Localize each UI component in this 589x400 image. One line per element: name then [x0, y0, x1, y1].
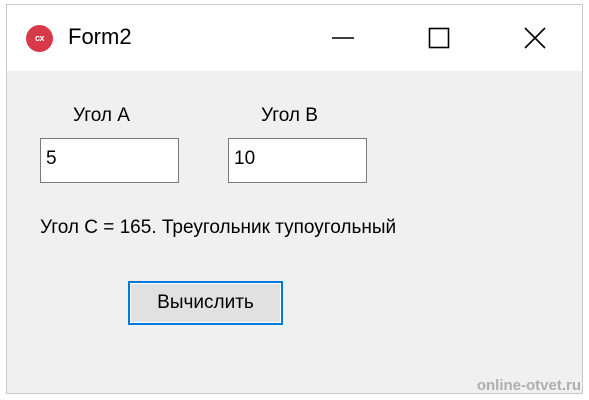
app-icon[interactable]: cx [26, 25, 53, 52]
calculate-button[interactable]: Вычислить [128, 281, 283, 325]
maximize-icon [428, 27, 450, 49]
maximize-button[interactable] [391, 5, 487, 71]
close-button[interactable] [487, 5, 582, 71]
angle-b-label: Угол В [261, 105, 318, 126]
result-label: Угол С = 165. Треугольник тупоугольный [40, 217, 397, 238]
angle-a-label: Угол А [73, 105, 130, 126]
angle-a-input[interactable]: 5 [40, 138, 179, 183]
minimize-button[interactable] [295, 5, 391, 71]
form2-window: cx Form2 Угол А Угол В 5 10 Угол С = 165… [6, 4, 583, 394]
watermark: online-otvet.ru [476, 377, 581, 394]
title-bar[interactable]: cx Form2 [7, 5, 582, 71]
window-title: Form2 [68, 24, 132, 49]
close-icon [524, 27, 546, 49]
angle-b-input[interactable]: 10 [228, 138, 367, 183]
minimize-icon [332, 37, 354, 39]
